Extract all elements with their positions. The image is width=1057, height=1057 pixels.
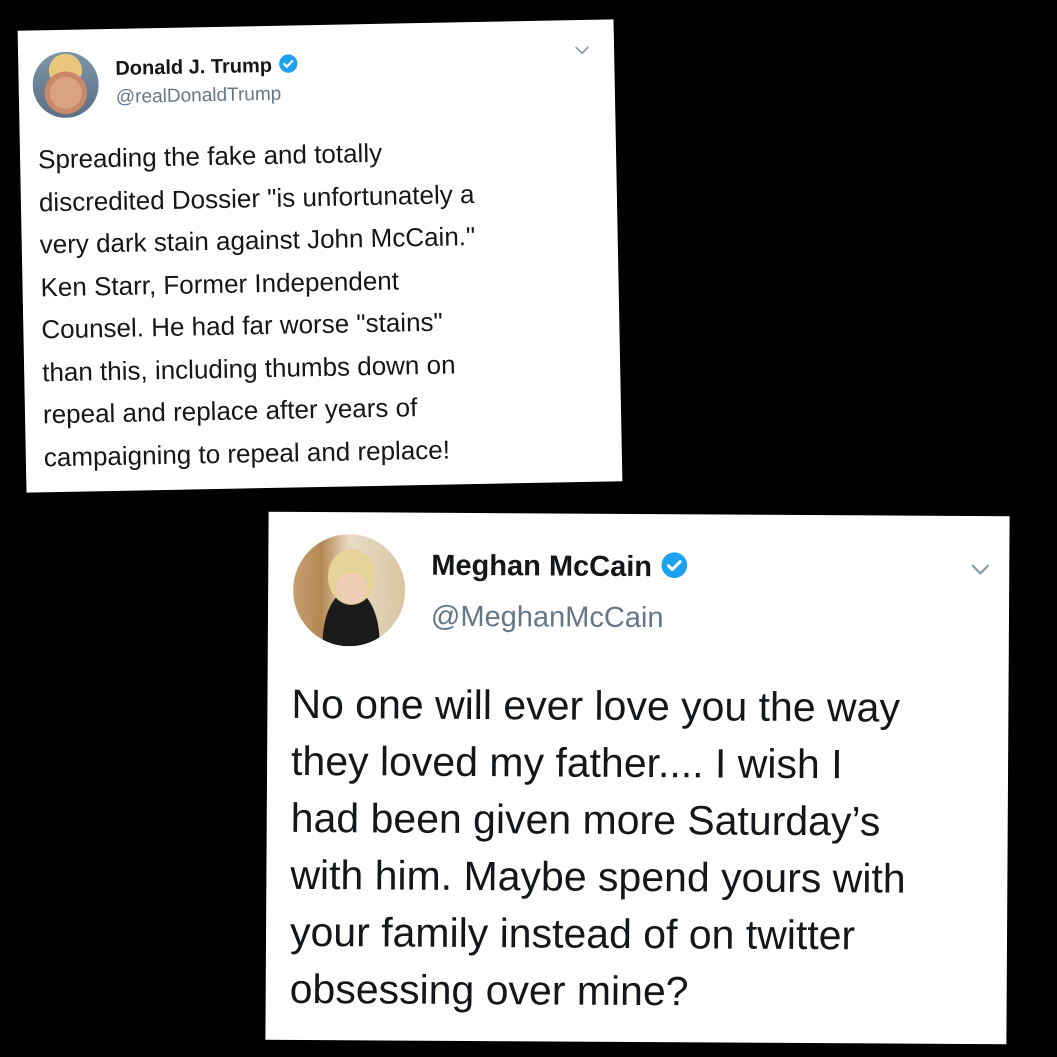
tweet-text-line: your family instead of on twitter <box>289 908 856 959</box>
user-handle[interactable]: @MeghanMcCain <box>431 601 664 635</box>
display-name[interactable]: Donald J. Trump <box>115 55 272 81</box>
user-handle[interactable]: @realDonaldTrump <box>116 84 282 109</box>
tweet-card-trump: Donald J. Trump @realDonaldTrump Spreadi… <box>17 19 623 493</box>
screenshot-canvas: Donald J. Trump @realDonaldTrump Spreadi… <box>0 0 1057 1057</box>
display-name[interactable]: Meghan McCain <box>431 550 652 584</box>
tweet-text-line: they loved my father.... I wish I <box>290 737 843 788</box>
tweet-author-row: Donald J. Trump <box>115 53 298 82</box>
tweet-text: Spreading the fake and totally discredit… <box>38 128 604 479</box>
trump-avatar[interactable] <box>32 51 100 119</box>
mccain-avatar[interactable] <box>292 533 406 647</box>
tweet-card-mccain: Meghan McCain @MeghanMcCain No one will … <box>265 511 1010 1045</box>
tweet-author-row: Meghan McCain <box>431 550 688 585</box>
tweet-text-line: had been given more Saturday’s <box>290 794 881 845</box>
tweet-text-line: No one will ever love you the way <box>291 680 901 731</box>
tweet-text-line: obsessing over mine? <box>289 965 689 1015</box>
verified-badge-icon <box>278 53 298 78</box>
chevron-down-icon[interactable] <box>572 40 592 60</box>
verified-badge-icon <box>660 551 688 584</box>
chevron-down-icon[interactable] <box>967 556 993 582</box>
tweet-text-line: with him. Maybe spend yours with <box>290 851 906 902</box>
tweet-text: No one will ever love you the way they l… <box>290 676 992 1022</box>
